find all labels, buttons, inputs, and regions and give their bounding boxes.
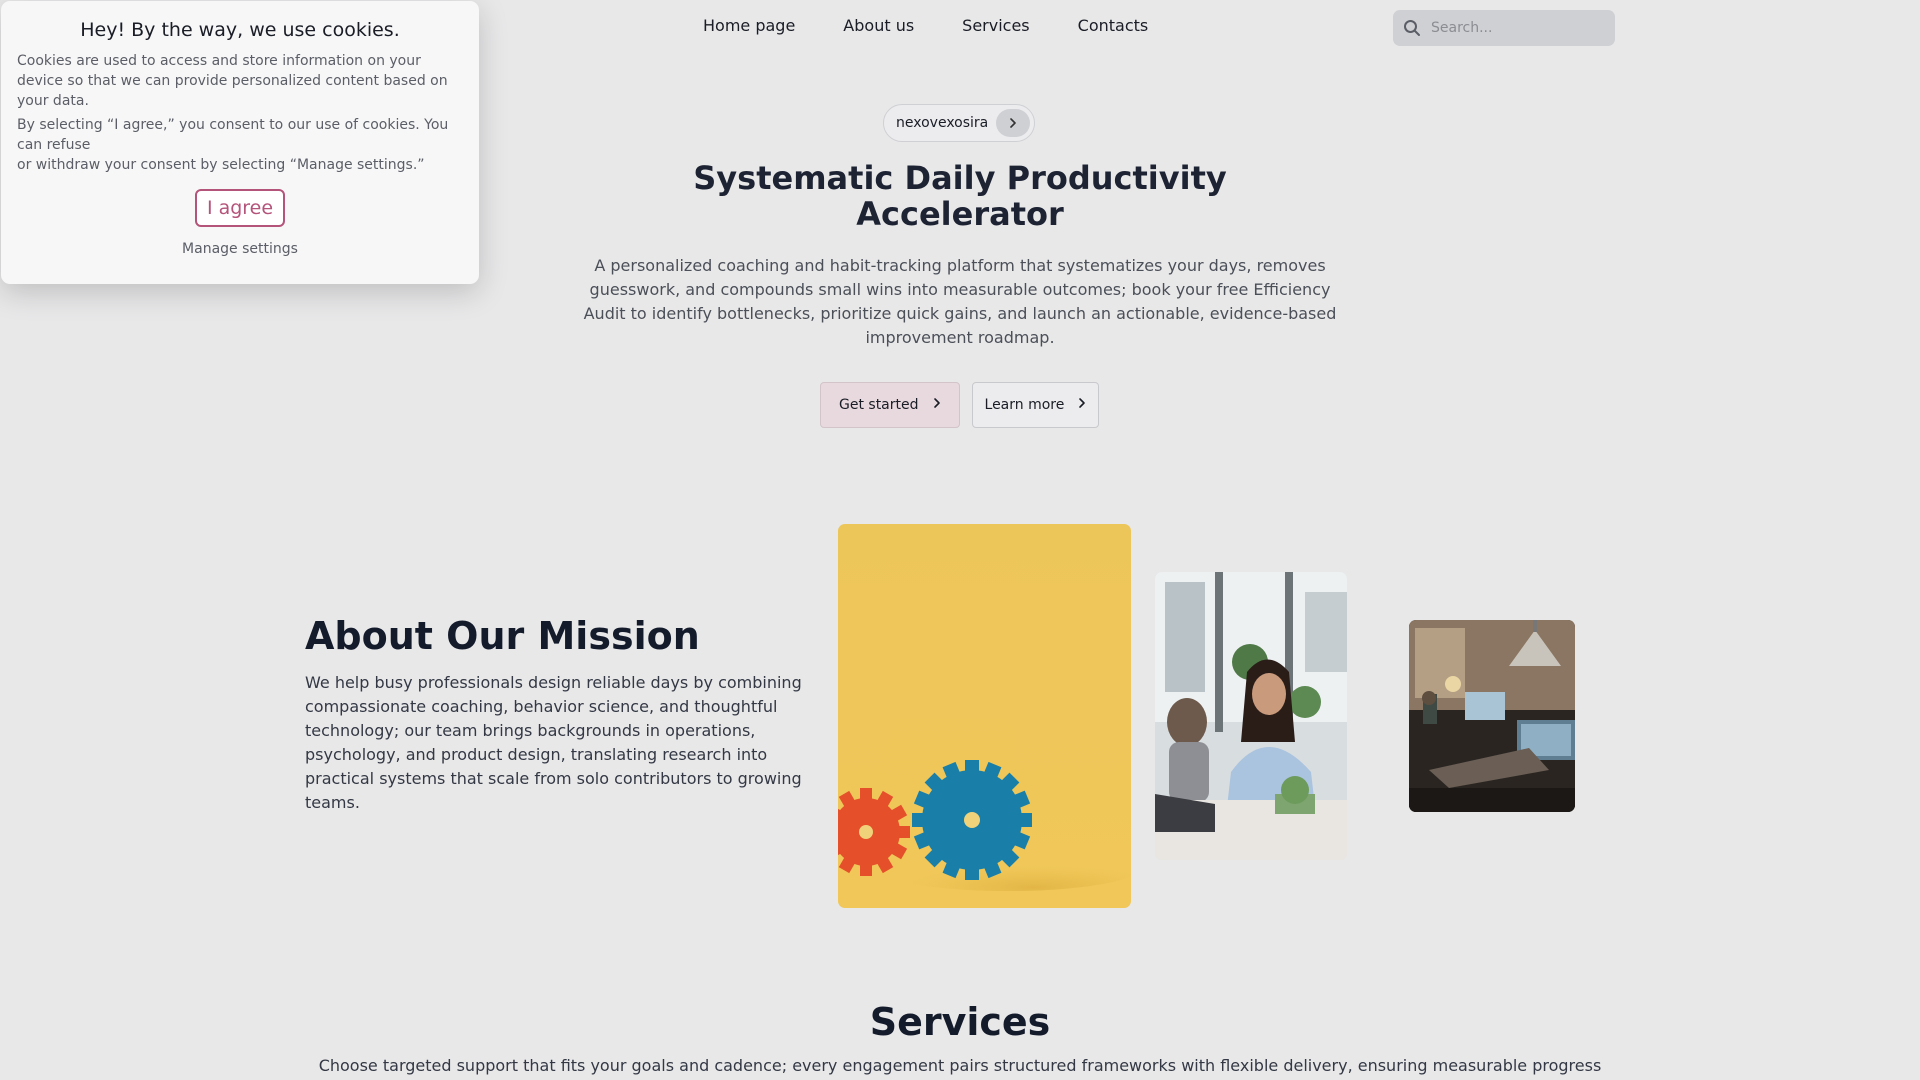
- nav-link-contacts[interactable]: Contacts: [1078, 16, 1149, 35]
- cookie-banner: Hey! By the way, we use cookies. Cookies…: [1, 1, 479, 284]
- services-description: Choose targeted support that fits your g…: [318, 1056, 1602, 1075]
- manage-settings-link[interactable]: Manage settings: [17, 241, 463, 257]
- nav-link-services[interactable]: Services: [962, 16, 1029, 35]
- cookie-title: Hey! By the way, we use cookies.: [80, 19, 400, 41]
- cookie-consent-text: By selecting “I agree,” you consent to o…: [17, 115, 463, 175]
- hero-title: Systematic Daily Productivity Accelerato…: [693, 159, 1227, 233]
- nav-link-about[interactable]: About us: [843, 16, 914, 35]
- nav-links: Home page About us Services Contacts: [703, 16, 1148, 35]
- nav-link-home[interactable]: Home page: [703, 16, 795, 35]
- search-icon: [1403, 19, 1421, 37]
- about-title: About Our Mission: [305, 614, 700, 658]
- get-started-label: Get started: [839, 397, 919, 413]
- gears-image: [838, 524, 1131, 908]
- learn-more-button[interactable]: Learn more: [971, 382, 1100, 428]
- hero-buttons: Get started Learn more: [820, 382, 1100, 428]
- office-image: [1409, 620, 1575, 812]
- woman-at-desk-image: [1155, 572, 1347, 860]
- search-input[interactable]: [1431, 20, 1611, 36]
- chevron-right-icon: [996, 109, 1031, 137]
- cookie-text: Cookies are used to access and store inf…: [17, 53, 448, 109]
- about-text: We help busy professionals design reliab…: [305, 673, 802, 812]
- get-started-button[interactable]: Get started: [820, 382, 960, 428]
- cookie-consent-line-1: By selecting “I agree,” you consent to o…: [17, 117, 449, 153]
- brand-badge[interactable]: nexovexosira: [883, 104, 1036, 142]
- chevron-right-icon: [1078, 397, 1086, 413]
- cookie-consent-line-2: or withdraw your consent by selecting “M…: [17, 157, 425, 173]
- learn-more-label: Learn more: [984, 397, 1065, 413]
- agree-button[interactable]: I agree: [194, 189, 286, 227]
- search-box[interactable]: [1393, 10, 1615, 46]
- badge-label: nexovexosira: [896, 115, 989, 131]
- services-title: Services: [869, 1000, 1051, 1044]
- chevron-right-icon: [933, 397, 941, 413]
- hero-description: A personalized coaching and habit-tracki…: [583, 256, 1337, 347]
